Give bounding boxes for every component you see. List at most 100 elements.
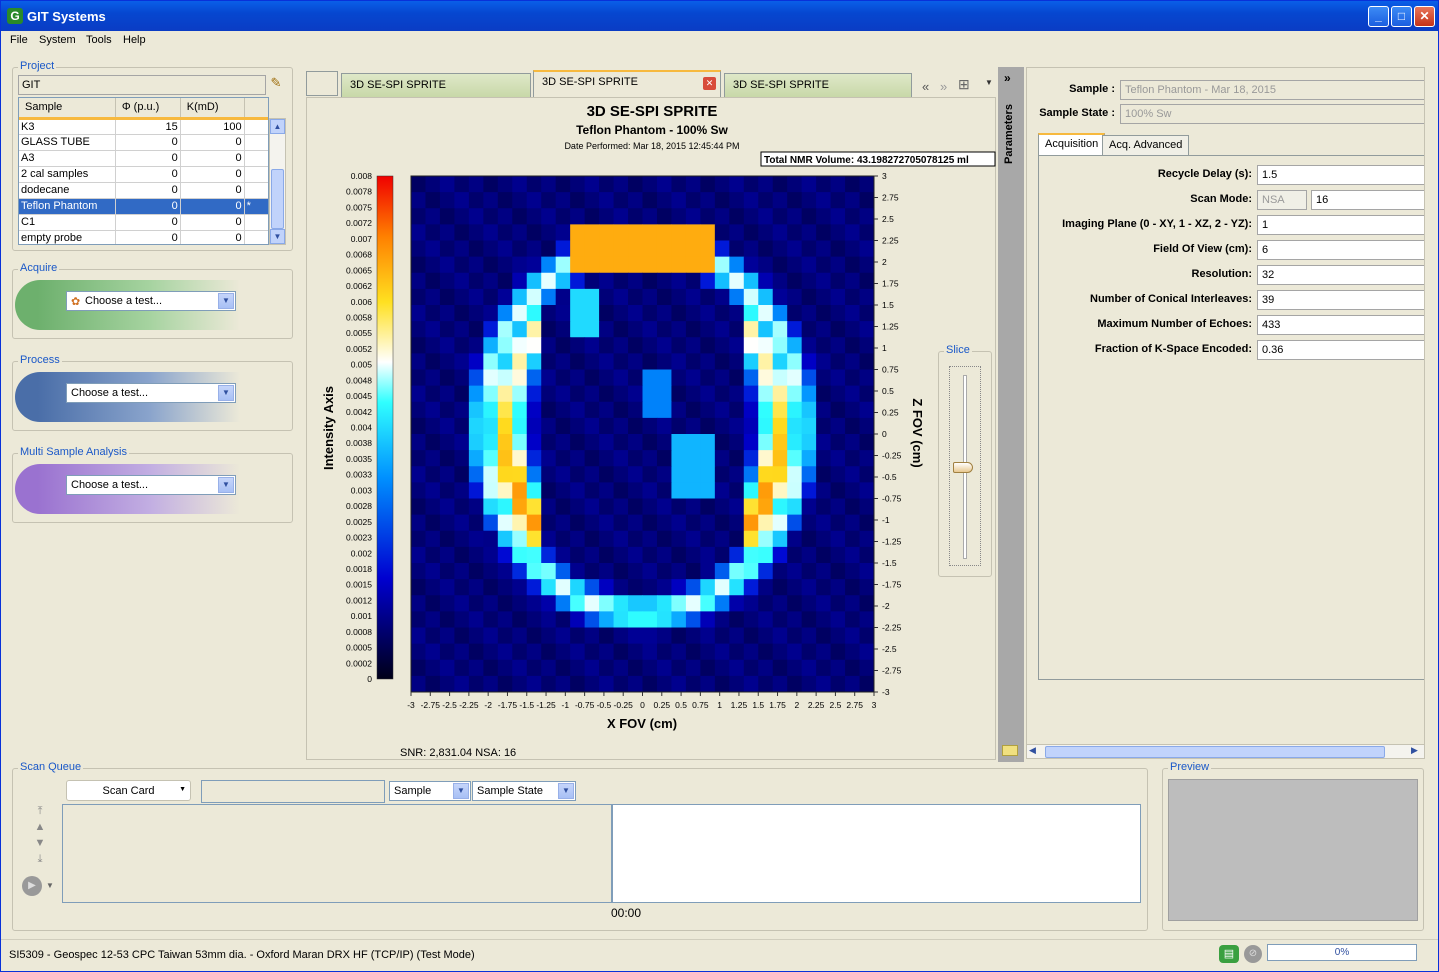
chevron-down-icon[interactable]: ▼ — [218, 477, 234, 493]
note-icon[interactable] — [1002, 745, 1018, 756]
heatmap-cell — [439, 498, 455, 516]
play-menu-chevron-down-icon[interactable]: ▼ — [46, 881, 54, 890]
chevron-down-icon[interactable]: ▼ — [453, 783, 469, 799]
slider-thumb[interactable] — [953, 462, 973, 473]
tab-plot-3[interactable]: 3D SE-SPI SPRITE — [724, 73, 912, 97]
heatmap-cell — [656, 611, 672, 628]
scroll-thumb[interactable] — [271, 169, 284, 229]
scroll-tabs-right-icon[interactable]: » — [940, 79, 947, 94]
play-icon[interactable]: ▶ — [22, 876, 42, 896]
heatmap-cell — [700, 579, 716, 596]
col-sample[interactable]: Sample — [19, 98, 116, 120]
heatmap-cell — [743, 498, 759, 516]
scroll-left-arrow-icon[interactable]: ◀ — [1029, 745, 1042, 758]
heatmap-cell — [425, 546, 441, 564]
move-top-icon[interactable]: ⤒ — [32, 803, 48, 819]
move-bottom-icon[interactable]: ⤓ — [32, 851, 48, 867]
move-down-icon[interactable]: ▼ — [32, 835, 48, 851]
close-tab-icon[interactable]: ✕ — [703, 77, 716, 90]
move-up-icon[interactable]: ▲ — [32, 819, 48, 835]
heatmap-cell — [599, 401, 615, 419]
sample-state-field[interactable]: 100% Sw — [1120, 104, 1424, 124]
tab-plot-2[interactable]: 3D SE-SPI SPRITE ✕ — [533, 70, 721, 97]
collapse-parameters-icon[interactable]: » — [1004, 71, 1011, 85]
tab-plot-1[interactable]: 3D SE-SPI SPRITE — [341, 73, 531, 97]
acquire-test-select[interactable]: ✿ Choose a test... ▼ — [66, 291, 236, 311]
scroll-up-arrow-icon[interactable]: ▲ — [270, 119, 285, 134]
col-phi[interactable]: Φ (p.u.) — [115, 98, 181, 120]
heatmap-cell — [714, 369, 730, 387]
table-row[interactable]: A3 0 0 — [19, 150, 268, 167]
minimize-button[interactable]: _ — [1368, 6, 1389, 27]
process-test-select[interactable]: Choose a test... ▼ — [66, 383, 236, 403]
edit-project-icon[interactable]: ✎ — [267, 75, 285, 95]
param-value-field[interactable]: 1 — [1257, 215, 1424, 235]
table-row[interactable]: C1 0 0 — [19, 214, 268, 231]
sample-table-scrollbar[interactable]: ▲ ▼ — [269, 118, 286, 245]
parameters-hscrollbar[interactable]: ◀ ▶ — [1027, 744, 1424, 758]
tab-menu-chevron-down-icon[interactable]: ▼ — [985, 78, 993, 87]
param-value-field[interactable]: 6 — [1257, 240, 1424, 260]
heatmap-cell — [570, 369, 586, 387]
col-k[interactable]: K(mD) — [180, 98, 245, 120]
chevron-down-icon[interactable]: ▼ — [558, 783, 574, 799]
slice-slider[interactable] — [949, 366, 981, 566]
heatmap-cell — [801, 192, 817, 209]
heatmap-cell — [845, 256, 861, 274]
heatmap-cell — [483, 659, 499, 677]
tab-acq-advanced[interactable]: Acq. Advanced — [1102, 135, 1190, 155]
tab-grid-icon[interactable]: ⊞ — [958, 76, 970, 93]
multi-test-select[interactable]: Choose a test... ▼ — [66, 475, 236, 495]
project-name-field[interactable]: GIT — [18, 75, 266, 95]
heatmap-cell — [671, 369, 687, 387]
hscroll-thumb[interactable] — [1045, 746, 1385, 758]
table-row[interactable]: GLASS TUBE 0 0 — [19, 134, 268, 151]
table-row[interactable]: dodecane 0 0 — [19, 182, 268, 199]
table-row[interactable]: Teflon Phantom 0 0 * — [19, 198, 268, 215]
colorbar-tick-label: 0.007 — [351, 234, 373, 244]
sample-filter-select[interactable]: Sample ▼ — [389, 781, 471, 801]
stop-icon[interactable]: ⊘ — [1244, 945, 1262, 963]
heatmap-cell — [685, 579, 701, 596]
scan-card-button[interactable]: Scan Card ▼ — [66, 780, 191, 801]
heatmap-cell — [425, 224, 441, 241]
heatmap-cell — [743, 401, 759, 419]
tab-acquisition[interactable]: Acquisition — [1038, 133, 1106, 155]
state-filter-select[interactable]: Sample State ▼ — [472, 781, 576, 801]
heatmap-cell — [714, 192, 730, 209]
table-row[interactable]: empty probe 0 0 — [19, 230, 268, 244]
menu-bar: File System Tools Help — [1, 31, 1438, 51]
table-row[interactable]: K3 15 100 — [19, 118, 268, 135]
param-value-field[interactable]: 1.5 — [1257, 165, 1424, 185]
scroll-right-arrow-icon[interactable]: ▶ — [1411, 745, 1424, 758]
param-value-field[interactable]: 39 — [1257, 290, 1424, 310]
sample-field[interactable]: Teflon Phantom - Mar 18, 2015 — [1120, 80, 1424, 100]
heatmap-cell — [758, 627, 774, 645]
scroll-down-arrow-icon[interactable]: ▼ — [270, 229, 285, 244]
param-value-field[interactable]: 433 — [1257, 315, 1424, 335]
maximize-button[interactable]: □ — [1391, 6, 1412, 27]
scan-queue-list[interactable] — [62, 804, 612, 903]
param-value-field[interactable]: 0.36 — [1257, 340, 1424, 360]
message-icon[interactable]: ▤ — [1219, 945, 1239, 963]
table-row[interactable]: 2 cal samples 0 0 — [19, 166, 268, 183]
heatmap-cell — [613, 208, 629, 225]
chevron-down-icon[interactable]: ▼ — [218, 385, 234, 401]
scan-search-input[interactable] — [201, 780, 385, 803]
close-button[interactable]: ✕ — [1414, 6, 1435, 27]
menu-tools[interactable]: Tools — [86, 34, 112, 46]
chevron-down-icon[interactable]: ▼ — [218, 293, 234, 309]
scroll-tabs-left-icon[interactable]: « — [922, 79, 929, 94]
parameters-sidebar[interactable]: » Parameters — [998, 67, 1024, 762]
heatmap-cell — [468, 498, 484, 516]
scan-mode-select[interactable]: NSA — [1257, 190, 1307, 210]
heatmap-cell — [425, 595, 441, 612]
heatmap-cell — [656, 385, 672, 403]
heatmap-cell — [599, 514, 615, 532]
menu-help[interactable]: Help — [123, 34, 146, 46]
menu-system[interactable]: System — [39, 34, 76, 46]
param-value-field[interactable]: 32 — [1257, 265, 1424, 285]
menu-file[interactable]: File — [10, 34, 28, 46]
heatmap-cell — [526, 321, 542, 338]
param-value-field[interactable]: 16 — [1311, 190, 1424, 210]
